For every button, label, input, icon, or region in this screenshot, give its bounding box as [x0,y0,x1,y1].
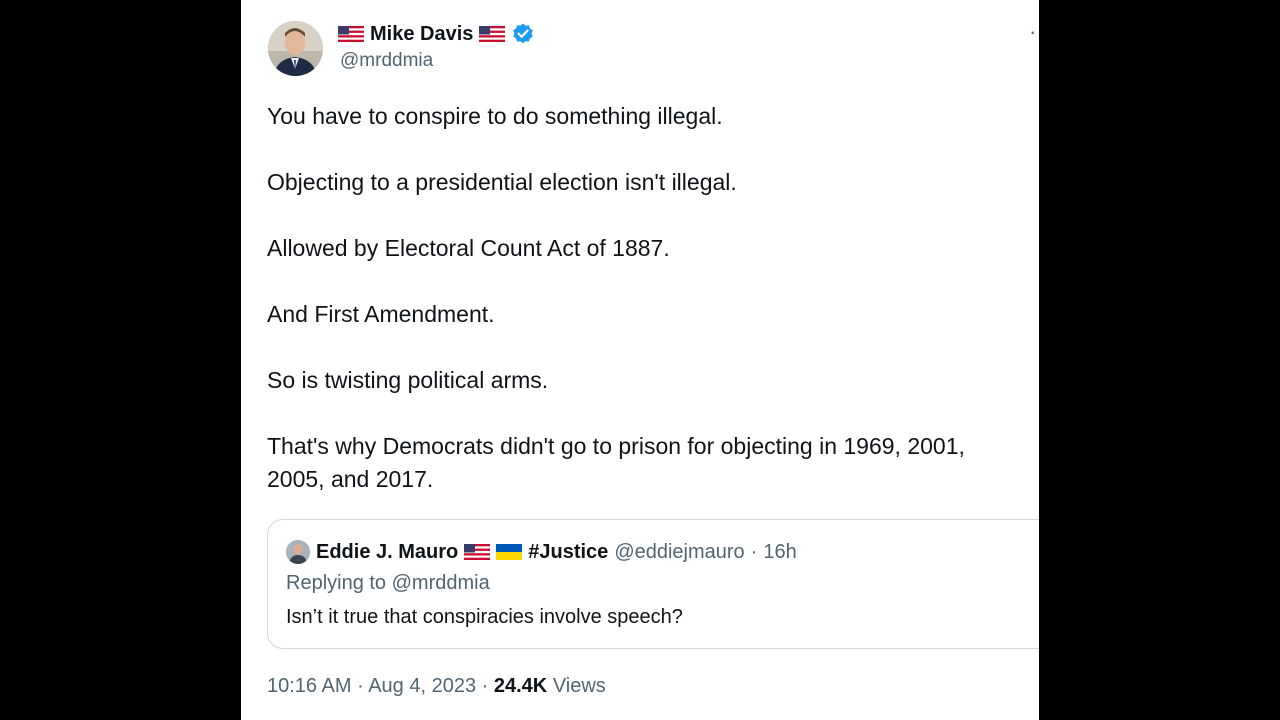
quoted-author-name[interactable]: Eddie J. Mauro [316,541,458,564]
more-options-icon[interactable]: ·· [1029,21,1039,43]
verified-badge-icon[interactable] [511,22,535,46]
quoted-author-tag: #Justice [528,540,609,563]
quoted-tweet-header: Eddie J. Mauro #Justice @eddiejmauro · 1… [286,540,797,564]
quoted-age[interactable]: 16h [763,541,796,564]
tweet-paragraph: That's why Democrats didn't go to prison… [267,433,965,492]
tweet-paragraph: Allowed by Electoral Count Act of 1887. [267,235,670,261]
quoted-replying-to: Replying to @mrddmia [286,572,490,594]
quoted-author-avatar[interactable] [286,540,310,564]
tweet-paragraph: You have to conspire to do something ill… [267,103,723,129]
us-flag-icon [479,26,506,42]
meta-separator: · [357,675,364,697]
tweet-paragraph: And First Amendment. [267,301,495,327]
views-count: 24.4K [493,675,548,697]
tweet-time[interactable]: 10:16 AM [267,675,352,697]
author-avatar[interactable] [268,21,323,76]
us-flag-icon [464,544,491,560]
views-label: Views [552,675,606,697]
us-flag-icon [338,26,364,42]
quoted-tweet-text: Isn’t it true that conspiracies involve … [286,606,683,628]
meta-separator: · [481,675,489,697]
quoted-separator: · [750,540,758,563]
author-handle[interactable]: @mrddmia [340,50,433,72]
author-row: Mike Davis [338,20,535,48]
author-display-name[interactable]: Mike Davis [370,23,473,46]
tweet-paragraph: Objecting to a presidential election isn… [267,169,737,195]
tweet-text: You have to conspire to do something ill… [267,100,1027,496]
tweet-panel: Mike Davis @mrddmia ·· You have to consp… [241,0,1039,720]
tweet-paragraph: So is twisting political arms. [267,367,549,393]
quoted-author-handle[interactable]: @eddiejmauro [614,541,744,564]
ukraine-flag-icon [496,544,523,560]
quoted-tweet-card[interactable]: Eddie J. Mauro #Justice @eddiejmauro · 1… [267,519,1039,649]
tweet-meta: 10:16 AM · Aug 4, 2023 · 24.4K Views [267,675,606,698]
tweet-date[interactable]: Aug 4, 2023 [368,675,476,697]
